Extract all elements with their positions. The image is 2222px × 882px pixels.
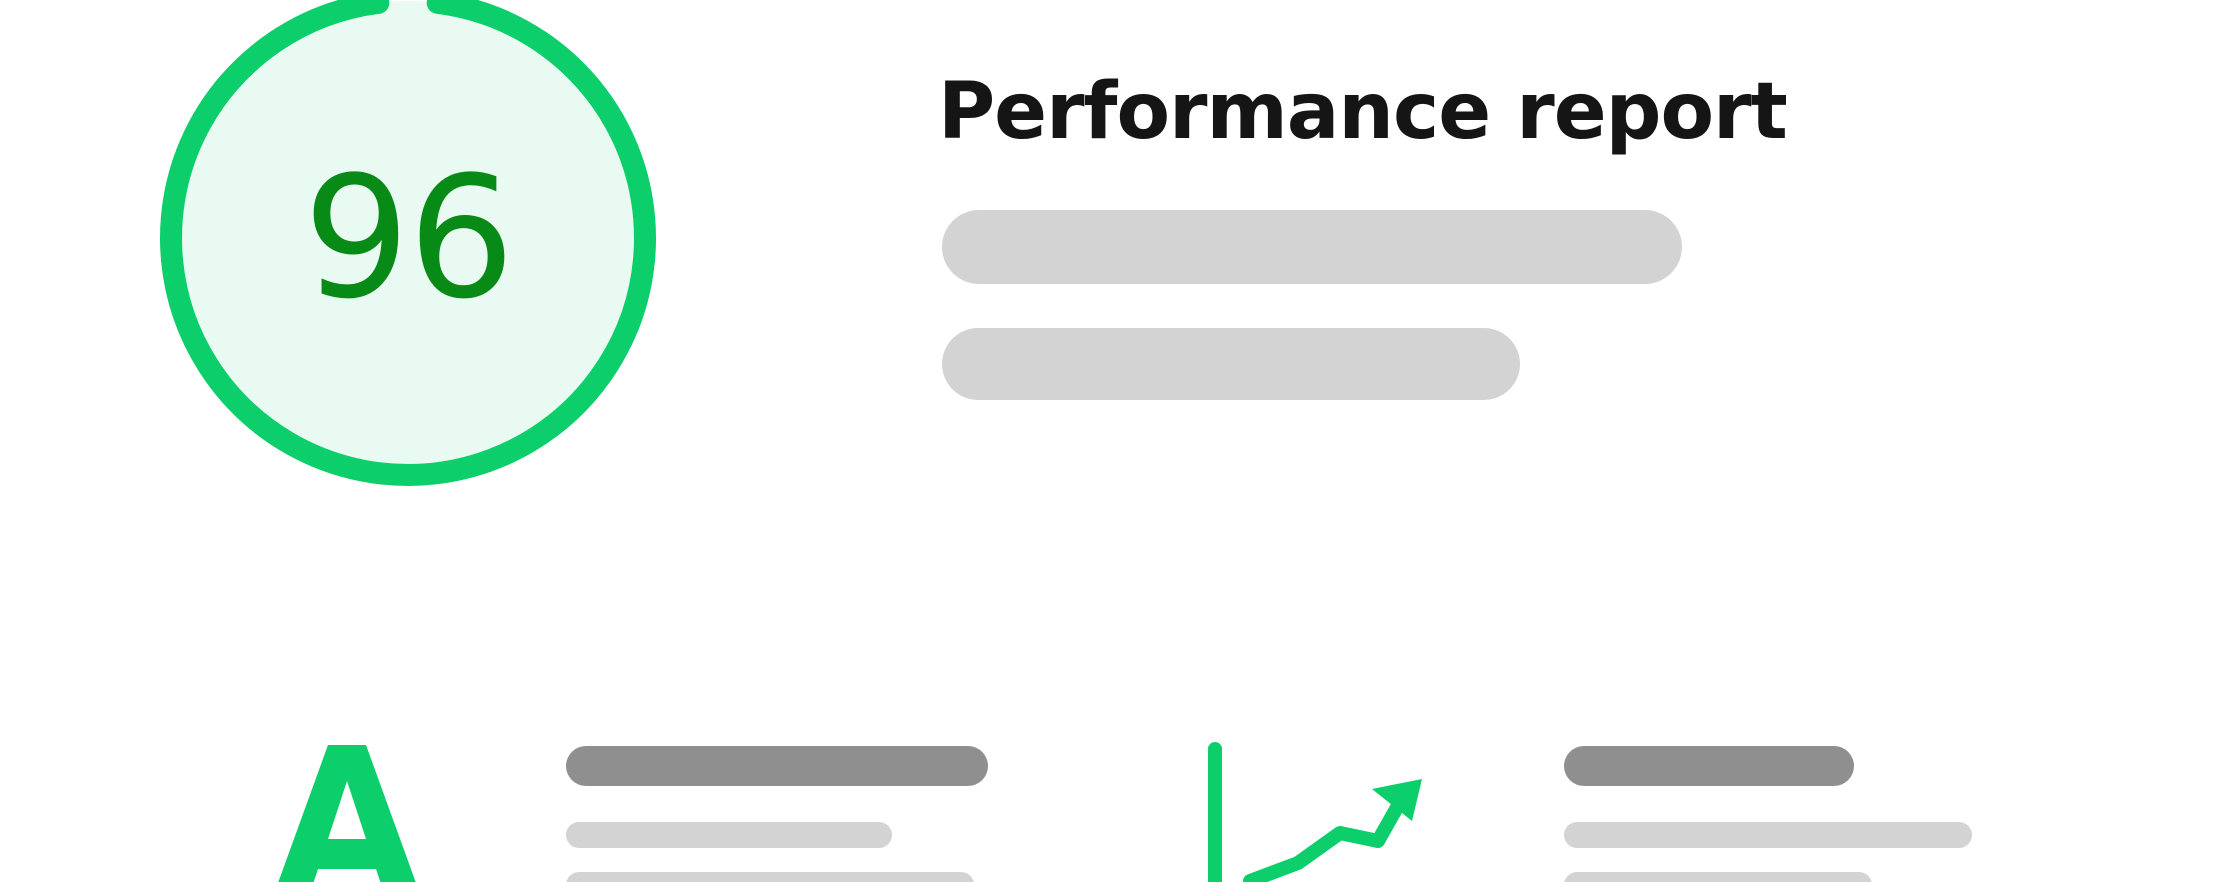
- metric-text-placeholder: [1564, 822, 1972, 848]
- performance-report-card: 96 Performance report: [0, 0, 2222, 882]
- report-title: Performance report: [938, 67, 1788, 157]
- score-value: 96: [303, 140, 515, 336]
- summary-placeholder-line: [942, 328, 1520, 400]
- metric-title-placeholder: [1564, 746, 1854, 786]
- trend-up-chart-icon: [1208, 742, 1422, 882]
- letter-a-icon: [278, 745, 416, 882]
- metric-text-placeholder: [566, 872, 974, 882]
- score-gauge: 96: [158, 0, 658, 490]
- summary-placeholder-line: [942, 210, 1682, 284]
- metric-text-placeholder: [1564, 872, 1872, 882]
- metric-title-placeholder: [566, 746, 988, 786]
- metric-text-placeholder: [566, 822, 892, 848]
